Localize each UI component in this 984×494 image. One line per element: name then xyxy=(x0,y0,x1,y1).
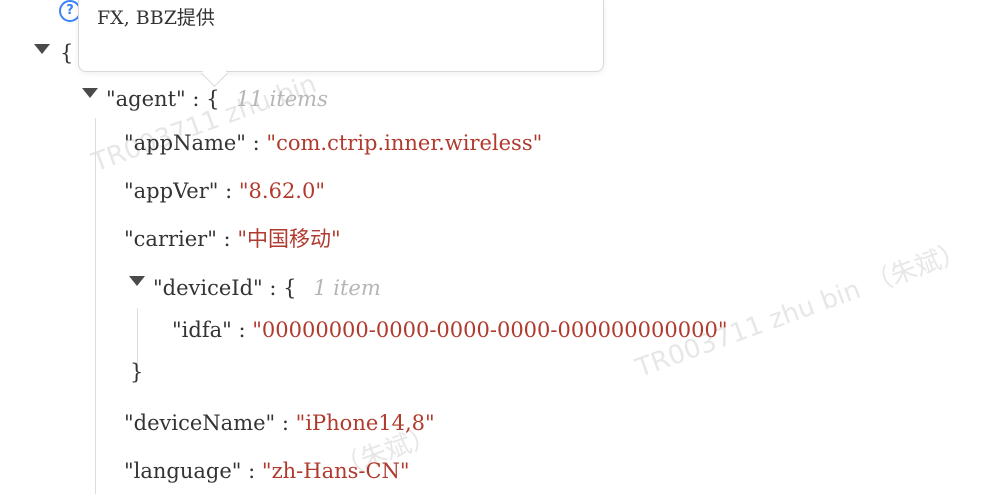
appname-row: "appName" : "com.ctrip.inner.wireless" xyxy=(124,130,542,156)
collapse-deviceid-toggle[interactable] xyxy=(129,276,145,286)
appname-colon: : xyxy=(252,131,260,155)
root-open-brace: { xyxy=(60,41,74,65)
appver-key: "appVer" xyxy=(124,179,219,203)
agent-open-brace: { xyxy=(206,87,220,111)
idfa-colon: : xyxy=(238,318,246,342)
carrier-key: "carrier" xyxy=(124,227,217,251)
tooltip-popover: FX, BBZ提供 xyxy=(78,0,604,87)
deviceid-close-brace: } xyxy=(130,360,144,384)
language-colon: : xyxy=(248,459,256,483)
agent-colon: : xyxy=(192,87,200,111)
deviceid-row: "deviceId" : { 1 item xyxy=(153,275,381,301)
appname-value: "com.ctrip.inner.wireless" xyxy=(266,131,543,155)
deviceid-close-row: } xyxy=(130,359,143,385)
devicename-key: "deviceName" xyxy=(124,411,276,435)
language-value: "zh-Hans-CN" xyxy=(261,459,410,483)
deviceid-colon: : xyxy=(269,276,277,300)
collapse-agent-toggle[interactable] xyxy=(82,88,98,98)
appver-colon: : xyxy=(225,179,233,203)
devicename-row: "deviceName" : "iPhone14,8" xyxy=(124,410,435,436)
appname-key: "appName" xyxy=(124,131,246,155)
idfa-value: "00000000-0000-0000-0000-000000000000" xyxy=(252,318,728,342)
idfa-row: "idfa" : "00000000-0000-0000-0000-000000… xyxy=(172,317,727,343)
tooltip-arrow xyxy=(201,60,228,87)
deviceid-item-count: 1 item xyxy=(313,276,381,300)
tooltip-text: FX, BBZ提供 xyxy=(97,7,215,29)
collapse-root-toggle[interactable] xyxy=(34,44,50,54)
indent-guide xyxy=(95,118,96,494)
agent-row: "agent" : { 11 items xyxy=(106,86,328,112)
agent-item-count: 11 items xyxy=(236,87,328,111)
root-brace: { xyxy=(60,40,73,66)
deviceid-key: "deviceId" xyxy=(153,276,263,300)
agent-key: "agent" xyxy=(106,87,186,111)
devicename-value: "iPhone14,8" xyxy=(295,411,435,435)
watermark: TR003711 zhu bin （朱斌） xyxy=(632,236,971,384)
carrier-value: "中国移动" xyxy=(237,227,341,251)
devicename-colon: : xyxy=(281,411,289,435)
idfa-key: "idfa" xyxy=(172,318,232,342)
carrier-row: "carrier" : "中国移动" xyxy=(124,226,341,252)
carrier-colon: : xyxy=(223,227,231,251)
deviceid-open-brace: { xyxy=(283,276,297,300)
json-viewer: TR003711 zhu bin TR003711 zhu bin （朱斌） （… xyxy=(0,0,984,494)
appver-value: "8.62.0" xyxy=(238,179,326,203)
language-row: "language" : "zh-Hans-CN" xyxy=(124,458,410,484)
language-key: "language" xyxy=(124,459,242,483)
appver-row: "appVer" : "8.62.0" xyxy=(124,178,325,204)
